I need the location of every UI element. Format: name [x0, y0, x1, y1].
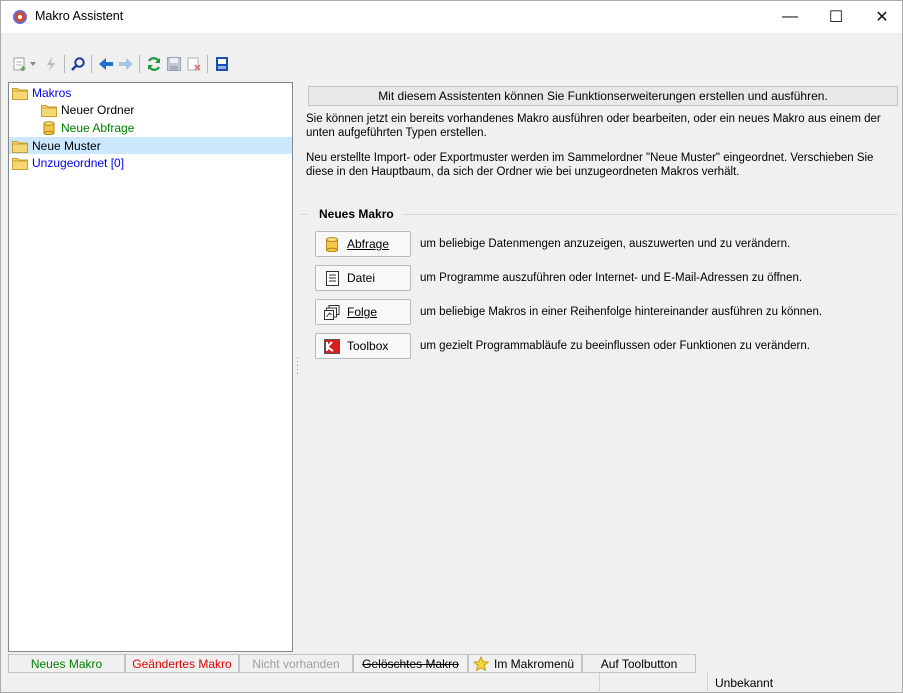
toolbox-description: um gezielt Programmabläufe zu beeinfluss…	[420, 340, 810, 352]
splitter-grip[interactable]	[296, 356, 299, 376]
maximize-button[interactable]: ☐	[813, 1, 859, 33]
tree-item-label: Makros	[32, 85, 72, 100]
folder-icon	[12, 156, 28, 170]
database-icon	[41, 120, 57, 135]
refresh-button[interactable]	[145, 55, 163, 73]
legend-label: Nicht vorhanden	[252, 656, 340, 671]
tree-item-label: Neuer Ordner	[61, 102, 135, 117]
folder-icon	[12, 86, 28, 100]
abfrage-label: Abfrage	[347, 237, 390, 251]
back-button[interactable]	[97, 55, 115, 73]
search-button[interactable]	[69, 55, 87, 73]
tree-item[interactable]: Makros	[12, 84, 71, 101]
status-bar: Unbekannt	[1, 673, 902, 693]
banner-header: Mit diesem Assistenten können Sie Funkti…	[308, 86, 898, 106]
legend-neues-makro: Neues Makro	[8, 654, 125, 673]
intro-text: Sie können jetzt ein bereits vorhandenes…	[306, 113, 881, 139]
new-doc-icon	[13, 57, 26, 71]
legend-label: Auf Toolbutton	[600, 656, 678, 671]
file-icon	[324, 270, 340, 286]
folge-description: um beliebige Makros in einer Reihenfolge…	[420, 306, 823, 318]
arrow-left-icon	[99, 58, 113, 70]
lightning-button[interactable]	[42, 55, 60, 73]
minimize-button[interactable]: —	[767, 1, 813, 33]
delete-button[interactable]	[185, 55, 203, 73]
tree-item[interactable]: Unzugeordnet [0]	[12, 154, 124, 171]
toolbar	[1, 33, 902, 79]
abfrage-description: um beliebige Datenmengen anzuzeigen, aus…	[420, 238, 791, 250]
database-icon	[324, 236, 340, 252]
minimize-icon: —	[782, 8, 798, 25]
close-button[interactable]: ✕	[859, 1, 903, 33]
tree-item[interactable]: Neuer Ordner	[41, 101, 134, 118]
group-divider	[403, 214, 898, 215]
datei-description: um Programme auszuführen oder Internet- …	[420, 272, 803, 284]
refresh-icon	[147, 57, 161, 71]
tree-item-label: Neue Muster	[32, 138, 101, 153]
datei-label: Datei	[347, 271, 376, 285]
dropdown-arrow-button[interactable]	[28, 55, 38, 73]
toolbar-separator	[139, 55, 140, 73]
info-icon	[216, 57, 228, 71]
folge-label: Folge	[347, 305, 378, 319]
new-macro-group-title: Neues Makro	[319, 207, 394, 221]
close-icon: ✕	[875, 9, 889, 26]
search-icon	[71, 57, 85, 71]
tree-item-label: Unzugeordnet [0]	[32, 155, 125, 170]
title-bar: Makro Assistent — ☐ ✕	[1, 1, 902, 33]
folge-button[interactable]: Folge	[315, 299, 411, 325]
info-text: Neu erstellte Import- oder Exportmuster …	[306, 152, 874, 178]
status-divider	[707, 673, 708, 693]
chevron-down-icon	[30, 62, 36, 66]
folder-icon	[12, 139, 28, 153]
group-divider	[300, 214, 308, 215]
new-item-button[interactable]	[11, 55, 29, 73]
toolbox-button[interactable]: Toolbox	[315, 333, 411, 359]
legend-bar: Neues Makro Geändertes Makro Nicht vorha…	[8, 654, 898, 673]
toolbox-label: Toolbox	[347, 339, 389, 353]
arrow-right-icon	[119, 58, 133, 70]
status-divider	[599, 673, 600, 693]
datei-button[interactable]: Datei	[315, 265, 411, 291]
lightning-icon	[47, 57, 55, 71]
toolbar-separator	[91, 55, 92, 73]
abfrage-button[interactable]: Abfrage	[315, 231, 411, 257]
toolbox-icon	[324, 338, 340, 354]
legend-auf-toolbutton: Auf Toolbutton	[582, 654, 696, 673]
tree-item[interactable]: Neue Muster	[9, 137, 292, 154]
info-panel: Mit diesem Assistenten können Sie Funkti…	[300, 82, 898, 652]
toolbar-separator	[64, 55, 65, 73]
makro-assistent-window: Makro Assistent — ☐ ✕ Makros Neuer Ordne…	[0, 0, 903, 693]
delete-icon	[187, 57, 201, 71]
legend-label: Neues Makro	[30, 656, 103, 671]
star-icon	[473, 655, 489, 671]
legend-geloeschtes-makro: Gelöschtes Makro	[353, 654, 468, 673]
tree-item-label: Neue Abfrage	[61, 120, 135, 135]
legend-im-makromenue: Im Makromenü	[468, 654, 582, 673]
macro-tree[interactable]: Makros Neuer Ordner Neue Abfrage Neue Muste…	[8, 82, 293, 652]
toolbar-separator	[207, 55, 208, 73]
forward-button[interactable]	[117, 55, 135, 73]
legend-nicht-vorhanden: Nicht vorhanden	[239, 654, 353, 673]
legend-geaendertes-makro: Geändertes Makro	[125, 654, 239, 673]
legend-label: Gelöschtes Makro	[362, 656, 459, 671]
maximize-icon: ☐	[828, 9, 844, 26]
save-button[interactable]	[165, 55, 183, 73]
sequence-icon	[324, 304, 340, 320]
save-icon	[167, 57, 181, 71]
status-text: Unbekannt	[715, 676, 774, 690]
window-title: Makro Assistent	[35, 9, 124, 23]
tree-item[interactable]: Neue Abfrage	[41, 119, 134, 136]
info-button[interactable]	[213, 55, 231, 73]
app-gear-icon	[13, 10, 27, 24]
legend-label: Geändertes Makro	[132, 656, 232, 671]
folder-icon	[41, 103, 57, 117]
legend-label: Im Makromenü	[494, 656, 575, 671]
